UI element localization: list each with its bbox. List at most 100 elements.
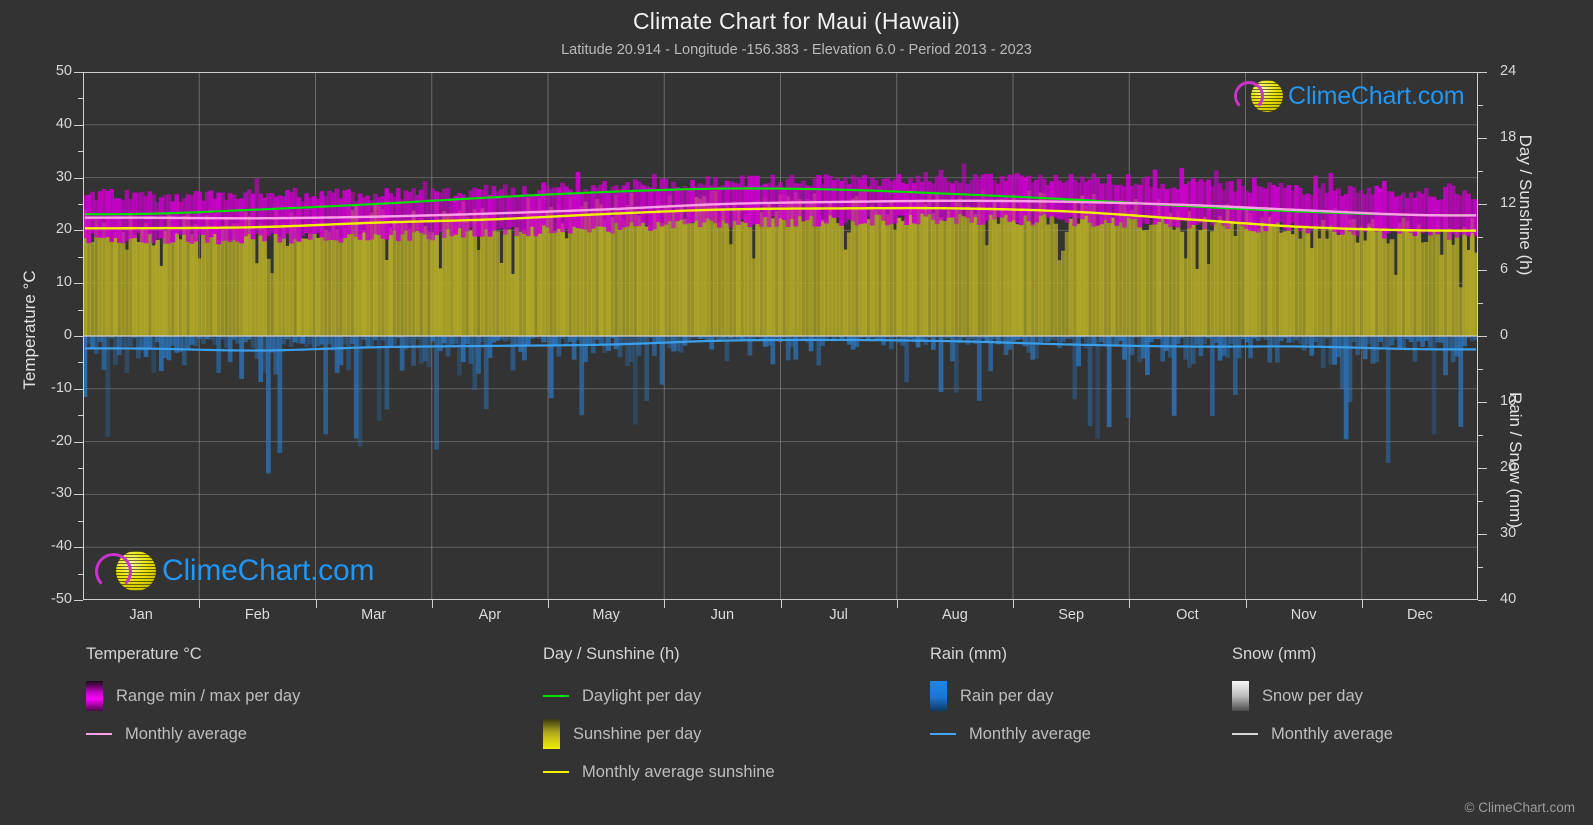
y-axis-left-tick-mark — [74, 230, 83, 231]
legend-line-swatch — [543, 695, 569, 697]
legend-box-swatch — [543, 719, 560, 749]
legend-heading: Temperature °C — [86, 645, 300, 664]
y-axis-right-tick-label: 40 — [1500, 591, 1560, 607]
climate-chart-page: Climate Chart for Maui (Hawaii) Latitude… — [0, 0, 1593, 825]
legend-line-swatch — [930, 733, 956, 735]
y-axis-left-tick-mark — [74, 72, 83, 73]
y-axis-left-tick-label: -10 — [12, 380, 72, 396]
y-axis-right-tick-mark — [1478, 336, 1487, 337]
legend-item[interactable]: Daylight per day — [543, 677, 775, 715]
y-axis-right-tick-mark — [1478, 534, 1487, 535]
x-axis-tick-mark — [432, 600, 433, 608]
y-axis-right-tick-mark — [1478, 270, 1487, 271]
legend-item-label: Rain per day — [960, 687, 1054, 706]
x-axis-month-label: Jun — [662, 607, 782, 623]
legend-item[interactable]: Monthly average — [1232, 715, 1393, 753]
legend-column-daysun: Day / Sunshine (h) Daylight per day Sunshi… — [543, 645, 775, 791]
chart-plot-area — [83, 72, 1478, 600]
legend-box-swatch — [1232, 681, 1249, 711]
legend-item[interactable]: Monthly average — [86, 715, 300, 753]
legend-line-swatch — [543, 771, 569, 773]
x-axis-tick-mark — [1246, 600, 1247, 608]
x-axis-month-label: Oct — [1127, 607, 1247, 623]
y-axis-left-tick-mark — [74, 125, 83, 126]
legend-column-snow: Snow (mm) Snow per day Monthly average — [1232, 645, 1393, 753]
y-axis-left-tick-mark — [74, 178, 83, 179]
x-axis-tick-mark — [316, 600, 317, 608]
y-axis-right-tick-label: 30 — [1500, 525, 1560, 541]
y-axis-left-minor-tick — [78, 310, 83, 311]
x-axis-month-label: Dec — [1360, 607, 1480, 623]
legend-item-label: Monthly average — [969, 725, 1091, 744]
x-axis-month-label: Jul — [779, 607, 899, 623]
y-axis-left-minor-tick — [78, 204, 83, 205]
y-axis-right-tick-label: 18 — [1500, 129, 1560, 145]
y-axis-right-tick-label: 6 — [1500, 261, 1560, 277]
x-axis-tick-mark — [1362, 600, 1363, 608]
y-axis-right-minor-tick — [1478, 303, 1483, 304]
y-axis-left-minor-tick — [78, 574, 83, 575]
y-axis-left-tick-label: -40 — [12, 538, 72, 554]
y-axis-left-tick-label: -50 — [12, 591, 72, 607]
y-axis-right-minor-tick — [1478, 567, 1483, 568]
chart-svg — [83, 72, 1478, 600]
y-axis-right-minor-tick — [1478, 237, 1483, 238]
y-axis-left-minor-tick — [78, 362, 83, 363]
legend-column-temperature: Temperature °C Range min / max per day Mon… — [86, 645, 300, 753]
legend-item-label: Sunshine per day — [573, 725, 701, 744]
x-axis-month-label: May — [546, 607, 666, 623]
y-axis-right-tick-mark — [1478, 138, 1487, 139]
x-axis-tick-mark — [781, 600, 782, 608]
y-axis-right-tick-label: 12 — [1500, 195, 1560, 211]
watermark-text: ClimeChart.com — [1288, 82, 1464, 111]
legend-item[interactable]: Snow per day — [1232, 677, 1393, 715]
y-axis-right-tick-label: 10 — [1500, 393, 1560, 409]
y-axis-right-tick-label: 20 — [1500, 459, 1560, 475]
y-axis-left-tick-mark — [74, 283, 83, 284]
y-axis-left-tick-label: 0 — [12, 327, 72, 343]
logo-arc-icon — [1234, 81, 1264, 111]
y-axis-right-tick-mark — [1478, 468, 1487, 469]
legend-item-label: Snow per day — [1262, 687, 1363, 706]
y-axis-left-tick-label: 30 — [12, 169, 72, 185]
x-axis-month-label: Sep — [1011, 607, 1131, 623]
x-axis-month-label: Jan — [81, 607, 201, 623]
y-axis-left-tick-mark — [74, 389, 83, 390]
y-axis-left-minor-tick — [78, 521, 83, 522]
logo-arc-icon — [95, 553, 132, 590]
x-axis-tick-mark — [664, 600, 665, 608]
y-axis-right-minor-tick — [1478, 501, 1483, 502]
y-axis-left-minor-tick — [78, 151, 83, 152]
legend-item[interactable]: Monthly average — [930, 715, 1091, 753]
legend-column-rain: Rain (mm) Rain per day Monthly average — [930, 645, 1091, 753]
legend-box-swatch — [930, 681, 947, 711]
x-axis-month-label: Feb — [197, 607, 317, 623]
watermark-text: ClimeChart.com — [162, 554, 374, 588]
x-axis-tick-mark — [1129, 600, 1130, 608]
y-axis-left-tick-label: 40 — [12, 116, 72, 132]
legend-item[interactable]: Sunshine per day — [543, 715, 775, 753]
x-axis-month-label: Apr — [430, 607, 550, 623]
chart-legend: Temperature °C Range min / max per day Mon… — [0, 645, 1593, 825]
legend-item-label: Monthly average — [125, 725, 247, 744]
legend-item[interactable]: Monthly average sunshine — [543, 753, 775, 791]
y-axis-right-tick-mark — [1478, 204, 1487, 205]
y-axis-left-minor-tick — [78, 468, 83, 469]
legend-line-swatch — [1232, 733, 1258, 735]
legend-item[interactable]: Rain per day — [930, 677, 1091, 715]
watermark-logo-bottom: ClimeChart.com — [95, 551, 374, 591]
page-title: Climate Chart for Maui (Hawaii) — [0, 8, 1593, 35]
y-axis-right-tick-mark — [1478, 402, 1487, 403]
y-axis-left-tick-mark — [74, 336, 83, 337]
legend-heading: Day / Sunshine (h) — [543, 645, 775, 664]
y-axis-left-tick-mark — [74, 600, 83, 601]
legend-item[interactable]: Range min / max per day — [86, 677, 300, 715]
legend-heading: Snow (mm) — [1232, 645, 1393, 664]
y-axis-left-tick-mark — [74, 547, 83, 548]
x-axis-month-label: Nov — [1244, 607, 1364, 623]
y-axis-left-tick-label: -20 — [12, 433, 72, 449]
y-axis-right-tick-label: 0 — [1500, 327, 1560, 343]
legend-heading: Rain (mm) — [930, 645, 1091, 664]
legend-item-label: Range min / max per day — [116, 687, 300, 706]
y-axis-left-tick-label: -30 — [12, 485, 72, 501]
